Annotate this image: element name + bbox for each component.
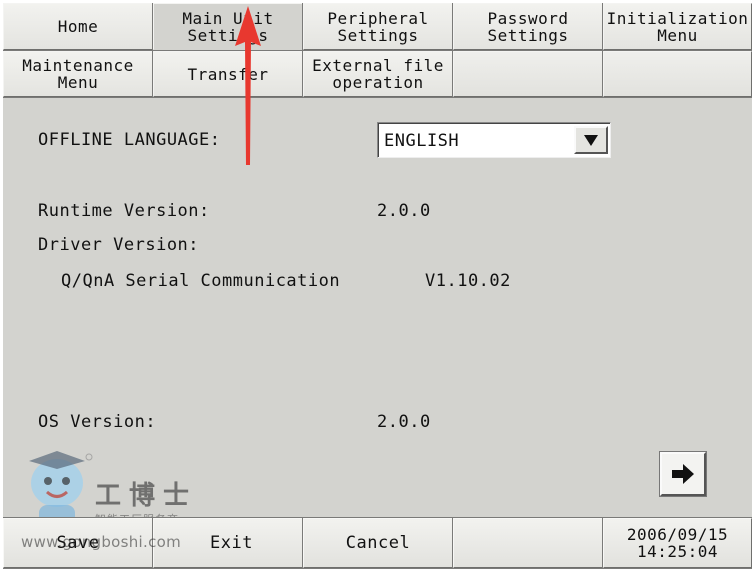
tab-password-settings[interactable]: Password Settings: [452, 3, 604, 51]
settings-screen: Home Main Unit Settings Peripheral Setti…: [3, 3, 752, 569]
offline-language-select[interactable]: ENGLISH: [377, 122, 611, 158]
offline-language-value: ENGLISH: [384, 131, 460, 151]
driver-name: Q/QnA Serial Communication: [61, 271, 341, 291]
tab-external-file-operation[interactable]: External file operation: [302, 50, 454, 98]
dropdown-button[interactable]: [574, 126, 608, 154]
tab-empty-2: [602, 50, 752, 98]
tab-maintenance-menu[interactable]: Maintenance Menu: [3, 50, 154, 98]
next-page-button[interactable]: [659, 451, 707, 497]
triangle-down-icon: [584, 134, 598, 146]
tab-empty-1: [452, 50, 604, 98]
driver-version-value: V1.10.02: [425, 271, 511, 291]
tab-home[interactable]: Home: [3, 3, 154, 51]
driver-version-label: Driver Version:: [38, 235, 200, 255]
tab-peripheral-settings[interactable]: Peripheral Settings: [302, 3, 454, 51]
bottom-empty-button: [452, 517, 604, 569]
watermark-url: www.gongboshi.com: [21, 533, 182, 551]
os-version-value: 2.0.0: [377, 412, 431, 432]
tab-initialization-menu[interactable]: Initialization Menu: [602, 3, 752, 51]
clock-display: 2006/09/15 14:25:04: [602, 517, 752, 569]
runtime-version-label: Runtime Version:: [38, 201, 210, 221]
tab-transfer[interactable]: Transfer: [152, 50, 304, 98]
os-version-label: OS Version:: [38, 412, 157, 432]
arrow-right-icon: [672, 464, 694, 484]
offline-language-label: OFFLINE LANGUAGE:: [38, 130, 221, 150]
cancel-button[interactable]: Cancel: [302, 517, 454, 569]
tab-main-unit-settings[interactable]: Main Unit Settings: [152, 3, 304, 51]
runtime-version-value: 2.0.0: [377, 201, 431, 221]
watermark-brand: 工博士: [95, 481, 198, 511]
